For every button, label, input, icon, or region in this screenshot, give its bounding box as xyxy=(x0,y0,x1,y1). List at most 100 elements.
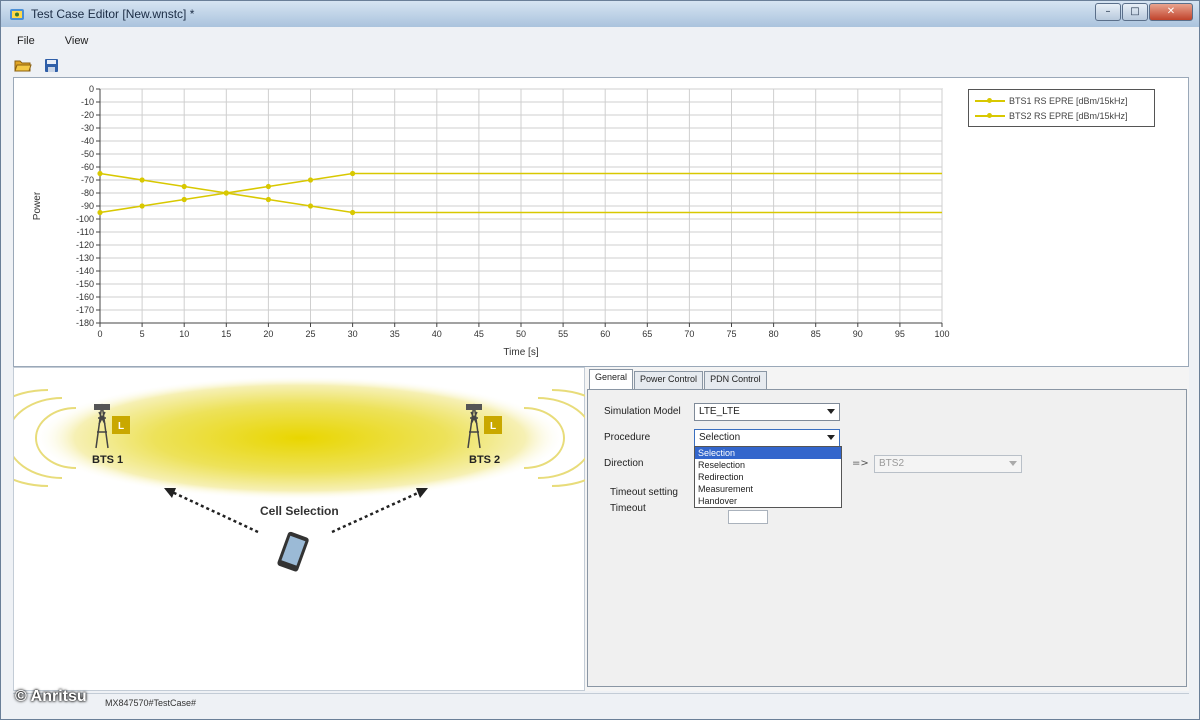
bts1-label: BTS 1 xyxy=(92,454,124,466)
y-tick-label: -80 xyxy=(81,188,94,198)
floppy-disk-icon xyxy=(44,58,58,72)
x-tick-label: 65 xyxy=(642,329,652,339)
legend-entry-bts2: BTS2 RS EPRE [dBm/15kHz] xyxy=(975,108,1148,123)
direction-label: Direction xyxy=(604,458,644,469)
y-tick-label: -120 xyxy=(76,240,94,250)
procedure-value: Selection xyxy=(699,432,741,443)
app-icon xyxy=(10,9,24,20)
x-tick-label: 85 xyxy=(811,329,821,339)
legend-label-bts1: BTS1 RS EPRE [dBm/15kHz] xyxy=(1009,95,1128,106)
data-point-bts1 xyxy=(265,196,271,203)
procedure-option-measurement[interactable]: Measurement xyxy=(695,483,841,495)
x-axis-label: Time [s] xyxy=(503,347,538,358)
config-tabs: General Power Control PDN Control xyxy=(589,369,768,389)
tab-general[interactable]: General xyxy=(589,369,634,389)
bts1-badge-letter: L xyxy=(118,421,124,432)
legend-swatch-bts1 xyxy=(975,97,1005,105)
close-button[interactable]: ✕ xyxy=(1149,3,1193,21)
x-tick-label: 0 xyxy=(97,329,102,339)
y-tick-label: -130 xyxy=(76,253,94,263)
window-controls: – □ ✕ xyxy=(1094,3,1193,21)
x-tick-label: 30 xyxy=(348,329,358,339)
chart-legend: BTS1 RS EPRE [dBm/15kHz] BTS2 RS EPRE [d… xyxy=(968,89,1155,127)
x-tick-label: 40 xyxy=(432,329,442,339)
x-tick-label: 25 xyxy=(305,329,315,339)
data-point-bts1 xyxy=(307,203,314,209)
y-tick-label: -150 xyxy=(76,279,94,289)
x-tick-label: 35 xyxy=(390,329,400,339)
data-point-bts2 xyxy=(181,196,187,203)
y-tick-label: -30 xyxy=(81,123,94,133)
config-panel: General Power Control PDN Control Simula… xyxy=(585,367,1189,691)
procedure-option-redirection[interactable]: Redirection xyxy=(695,471,841,483)
y-tick-label: -50 xyxy=(81,149,94,159)
copyright-watermark: © Anritsu xyxy=(15,688,87,705)
timeout-setting-label: Timeout setting xyxy=(610,487,678,498)
simulation-model-label: Simulation Model xyxy=(604,406,681,417)
title-bar[interactable]: Test Case Editor [New.wnstc] * – □ ✕ xyxy=(1,1,1199,27)
procedure-option-selection[interactable]: Selection xyxy=(695,447,841,459)
y-tick-label: -40 xyxy=(81,136,94,146)
x-tick-label: 15 xyxy=(221,329,231,339)
bts2-label: BTS 2 xyxy=(469,454,501,466)
timeout-label: Timeout xyxy=(610,503,646,514)
menu-view[interactable]: View xyxy=(61,34,93,48)
procedure-select[interactable]: Selection xyxy=(694,429,840,447)
data-point-bts1 xyxy=(181,183,187,190)
x-tick-label: 80 xyxy=(769,329,779,339)
direction-target-select[interactable]: BTS2 xyxy=(874,455,1022,473)
toolbar xyxy=(13,55,69,75)
y-tick-label: 0 xyxy=(89,84,94,94)
x-tick-label: 50 xyxy=(516,329,526,339)
y-tick-label: -90 xyxy=(81,201,94,211)
minimize-button[interactable]: – xyxy=(1095,3,1121,21)
menu-file[interactable]: File xyxy=(13,34,39,48)
legend-label-bts2: BTS2 RS EPRE [dBm/15kHz] xyxy=(1009,110,1128,121)
x-tick-label: 100 xyxy=(934,329,949,339)
timeout-input[interactable] xyxy=(728,510,768,524)
x-tick-label: 70 xyxy=(684,329,694,339)
y-tick-label: -70 xyxy=(81,175,94,185)
data-point-bts1 xyxy=(97,170,103,177)
legend-swatch-bts2 xyxy=(975,112,1005,120)
y-tick-label: -180 xyxy=(76,318,94,328)
folder-open-icon xyxy=(14,60,32,72)
data-point-bts1 xyxy=(139,177,145,183)
data-point-bts2 xyxy=(97,209,103,216)
window-title: Test Case Editor [New.wnstc] * xyxy=(31,7,195,21)
y-tick-label: -10 xyxy=(81,97,94,107)
x-tick-label: 45 xyxy=(474,329,484,339)
direction-arrow: => xyxy=(852,458,869,469)
data-point-bts1 xyxy=(350,209,356,216)
status-text: MX847570#TestCase# xyxy=(105,698,197,708)
menu-bar: File View xyxy=(13,31,114,51)
data-point-bts2 xyxy=(265,183,271,190)
data-point-bts2 xyxy=(139,203,145,209)
chevron-down-icon xyxy=(827,435,835,440)
power-chart-panel: 0 -10 -20 -30 -40 -50 -60 -70 -80 -90 -100 -110 -120… xyxy=(13,77,1189,367)
open-button[interactable] xyxy=(13,56,33,74)
bts1-lte-badge: L xyxy=(112,416,130,434)
chevron-down-icon xyxy=(827,409,835,414)
phone-icon xyxy=(277,531,309,572)
simulation-model-select[interactable]: LTE_LTE xyxy=(694,403,840,421)
maximize-button[interactable]: □ xyxy=(1122,3,1148,21)
y-tick-label: -170 xyxy=(76,305,94,315)
cell-coverage-illustration: L L xyxy=(14,376,586,572)
procedure-label: Procedure xyxy=(604,432,651,443)
tab-power-control[interactable]: Power Control xyxy=(634,371,704,389)
direction-target-value: BTS2 xyxy=(879,458,905,469)
data-point-bts2 xyxy=(307,177,314,183)
save-button[interactable] xyxy=(41,56,61,74)
y-tick-label: -100 xyxy=(76,214,94,224)
procedure-option-handover[interactable]: Handover xyxy=(695,495,841,507)
coverage-area xyxy=(35,376,565,500)
x-tick-label: 60 xyxy=(600,329,610,339)
tab-pdn-control[interactable]: PDN Control xyxy=(704,371,767,389)
bts2-badge-letter: L xyxy=(490,421,496,432)
procedure-option-reselection[interactable]: Reselection xyxy=(695,459,841,471)
legend-entry-bts1: BTS1 RS EPRE [dBm/15kHz] xyxy=(975,93,1148,108)
y-tick-label: -60 xyxy=(81,162,94,172)
data-point-bts2 xyxy=(223,190,229,196)
y-axis-label: Power xyxy=(32,191,43,220)
